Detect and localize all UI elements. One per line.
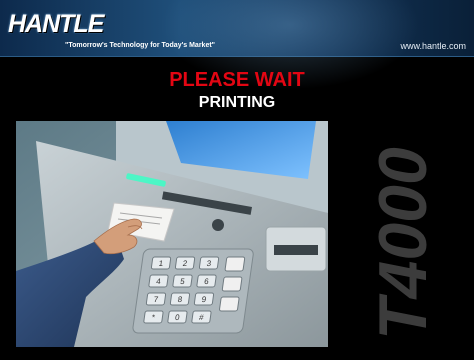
brand-tagline: "Tomorrow's Technology for Today's Marke… <box>65 42 215 49</box>
brand-logo: HANTLE <box>8 10 104 38</box>
status-title: PLEASE WAIT <box>169 69 305 91</box>
status-subtitle: PRINTING <box>198 94 276 111</box>
model-name: T4000 <box>365 147 441 340</box>
atm-printing-illustration: 1 2 3 4 5 6 7 8 9 * 0 # <box>16 121 328 347</box>
website-url: www.hantle.com <box>400 41 466 51</box>
keypad: 1 2 3 4 5 6 7 8 9 * 0 # <box>132 248 254 334</box>
brand-header: HANTLE "Tomorrow's Technology for Today'… <box>0 0 474 90</box>
